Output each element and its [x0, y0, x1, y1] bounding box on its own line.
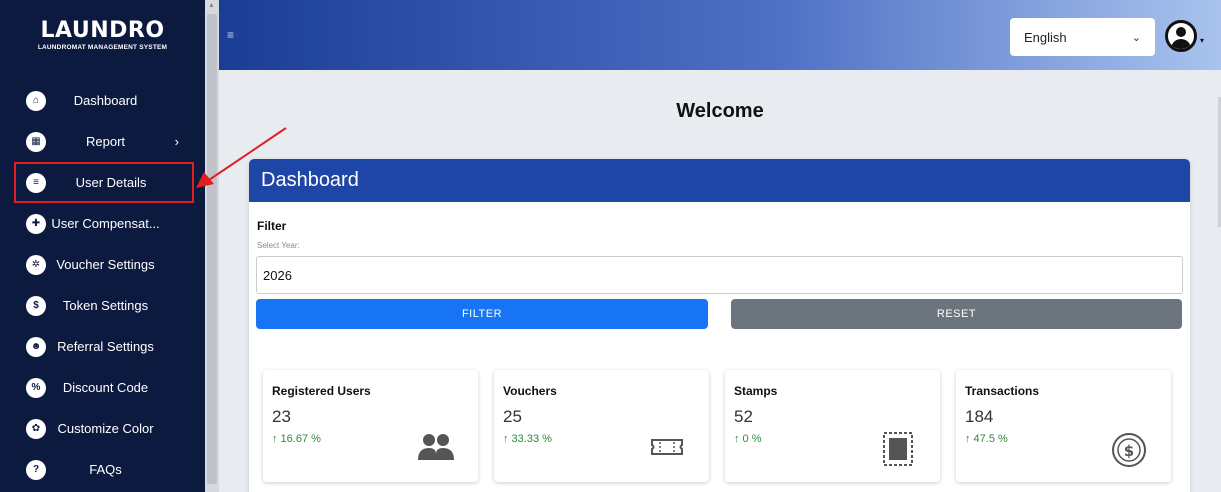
scrollbar-thumb[interactable]	[207, 14, 217, 484]
sidebar-item-discount-code[interactable]: % Discount Code	[0, 367, 205, 408]
stat-title: Stamps	[734, 384, 778, 398]
avatar-icon[interactable]	[1165, 20, 1197, 52]
user-details-icon: ≡	[26, 172, 46, 193]
scroll-up-icon[interactable]: ▲	[208, 2, 215, 9]
sidebar-item-label: User Details	[75, 175, 147, 190]
stat-card-registered-users[interactable]: Registered Users 23 ↑ 16.67 %	[263, 370, 478, 482]
reset-button[interactable]: RESET	[731, 299, 1182, 329]
sidebar-item-customize-color[interactable]: ✿ Customize Color	[0, 408, 205, 449]
token-icon: $	[26, 295, 46, 316]
filter-button[interactable]: FILTER	[256, 299, 708, 329]
sidebar-item-token-settings[interactable]: $ Token Settings	[0, 285, 205, 326]
dashboard-card: Dashboard Filter Select Year: 2026 FILTE…	[249, 159, 1190, 492]
chevron-down-icon: ⌄	[1131, 31, 1141, 44]
palette-icon: ✿	[26, 418, 46, 439]
stat-value: 25	[503, 407, 522, 426]
card-title: Dashboard	[249, 159, 1190, 202]
sidebar-item-user-compensation[interactable]: ✚ User Compensat...	[0, 203, 205, 244]
ticket-icon	[651, 439, 683, 455]
hamburger-icon[interactable]: ≡	[227, 28, 234, 42]
sidebar-item-label: Customize Color	[57, 421, 154, 436]
sidebar-item-report[interactable]: ▦ Report ›	[0, 121, 205, 162]
gift-icon: ✚	[26, 213, 46, 234]
sidebar-item-user-details[interactable]: ≡ User Details	[14, 162, 194, 203]
chevron-right-icon: ›	[174, 134, 179, 149]
sidebar-item-dashboard[interactable]: ⌂ Dashboard	[0, 80, 205, 121]
sidebar-scrollbar[interactable]: ▲	[205, 0, 219, 492]
gear-icon: ✲	[26, 254, 46, 275]
sidebar-item-faqs[interactable]: ? FAQs	[0, 449, 205, 490]
svg-text:$: $	[1124, 442, 1134, 460]
stat-card-stamps[interactable]: Stamps 52 ↑ 0 %	[725, 370, 940, 482]
stamp-icon	[883, 432, 913, 466]
sidebar-item-label: Report	[85, 134, 126, 149]
stat-title: Registered Users	[272, 384, 371, 398]
stat-title: Vouchers	[503, 384, 557, 398]
sidebar-item-label: Voucher Settings	[56, 257, 155, 272]
sidebar-item-label: Discount Code	[62, 380, 149, 395]
stat-value: 184	[965, 407, 994, 426]
report-icon: ▦	[26, 131, 46, 152]
logo-title: LAUNDRO	[40, 17, 165, 43]
logo-subtitle: LAUNDROMAT MANAGEMENT SYSTEM	[37, 43, 168, 51]
stat-card-vouchers[interactable]: Vouchers 25 ↑ 33.33 %	[494, 370, 709, 482]
logo[interactable]: LAUNDRO LAUNDROMAT MANAGEMENT SYSTEM	[0, 0, 205, 68]
sidebar-nav: ⌂ Dashboard ▦ Report › ≡ User Details ✚ …	[0, 80, 205, 490]
sidebar-item-label: Token Settings	[62, 298, 149, 313]
language-select[interactable]: English ⌄	[1010, 18, 1155, 56]
stat-title: Transactions	[965, 384, 1040, 398]
stat-value: 23	[272, 407, 291, 426]
filter-label: Filter	[257, 219, 287, 233]
sidebar-item-label: Dashboard	[73, 93, 138, 108]
page-title: Welcome	[676, 100, 764, 122]
sidebar-item-label: FAQs	[89, 462, 122, 477]
sidebar-item-referral-settings[interactable]: ☻ Referral Settings	[0, 326, 205, 367]
year-label: Select Year:	[257, 241, 300, 250]
users-icon: ☻	[26, 336, 46, 357]
sidebar-item-label: User Compensat...	[51, 216, 160, 231]
top-header: ≡ English ⌄ ▾	[219, 0, 1221, 70]
dollar-coin-icon: $	[1112, 433, 1146, 467]
stat-card-transactions[interactable]: Transactions 184 ↑ 47.5 % $	[956, 370, 1171, 482]
language-value: English	[1024, 29, 1067, 45]
users-icon	[418, 434, 454, 460]
sidebar-item-label: Referral Settings	[57, 339, 154, 354]
caret-down-icon[interactable]: ▾	[1200, 36, 1204, 45]
stats-row: Registered Users 23 ↑ 16.67 % Vouchers 2…	[263, 370, 1171, 482]
home-icon: ⌂	[26, 90, 46, 111]
stat-value: 52	[734, 407, 753, 426]
sidebar-item-voucher-settings[interactable]: ✲ Voucher Settings	[0, 244, 205, 285]
sidebar: LAUNDRO LAUNDROMAT MANAGEMENT SYSTEM ⌂ D…	[0, 0, 205, 492]
question-icon: ?	[26, 459, 46, 480]
percent-icon: %	[26, 377, 46, 398]
year-select[interactable]: 2026	[256, 256, 1183, 294]
